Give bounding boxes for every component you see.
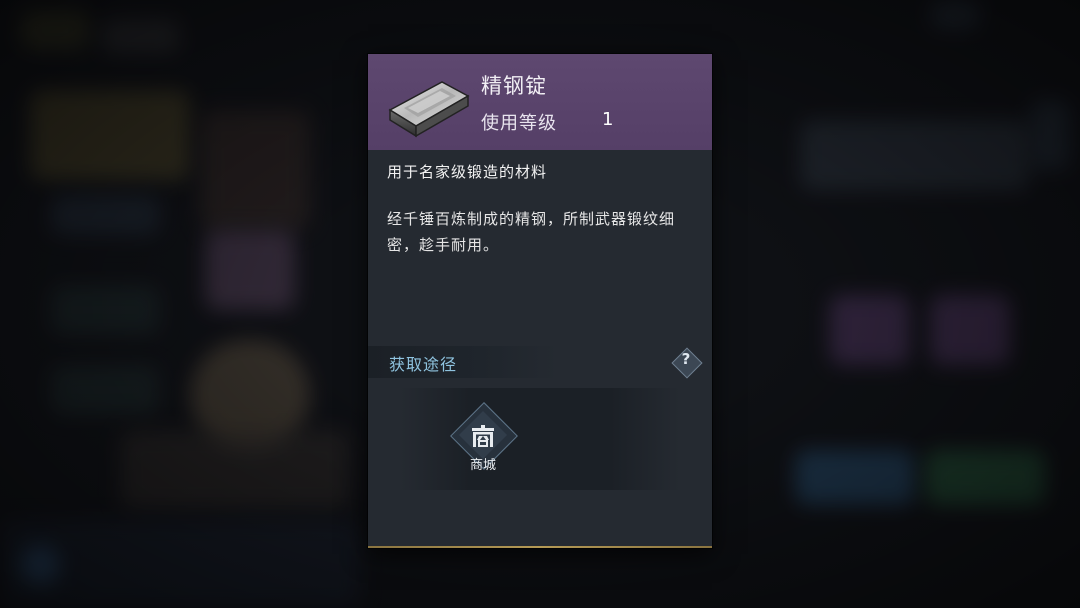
source-shop-button[interactable]: 商城 [448,402,518,482]
item-description: 经千锤百炼制成的精钢，所制武器锻纹细密，趁手耐用。 [387,210,676,254]
steel-ingot-icon [388,81,470,138]
source-section-title: 获取途径 [389,355,458,374]
level-requirement-value: 1 [602,109,614,130]
shop-icon [472,425,494,447]
item-type-text: 用于名家级锻造的材料 [387,163,548,181]
item-tooltip-panel: 精钢锭 使用等级 1 用于名家级锻造的材料 经千锤百炼制成的精钢，所制武器锻纹细… [368,54,712,548]
level-requirement-label: 使用等级 [481,113,557,134]
help-button[interactable]: ? [671,347,703,379]
shop-label: 商城 [469,458,496,473]
panel-bottom-border [368,546,712,548]
question-icon: ? [681,350,691,368]
item-header: 精钢锭 使用等级 1 [368,54,712,150]
item-name: 精钢锭 [481,74,547,98]
source-list [400,388,680,490]
